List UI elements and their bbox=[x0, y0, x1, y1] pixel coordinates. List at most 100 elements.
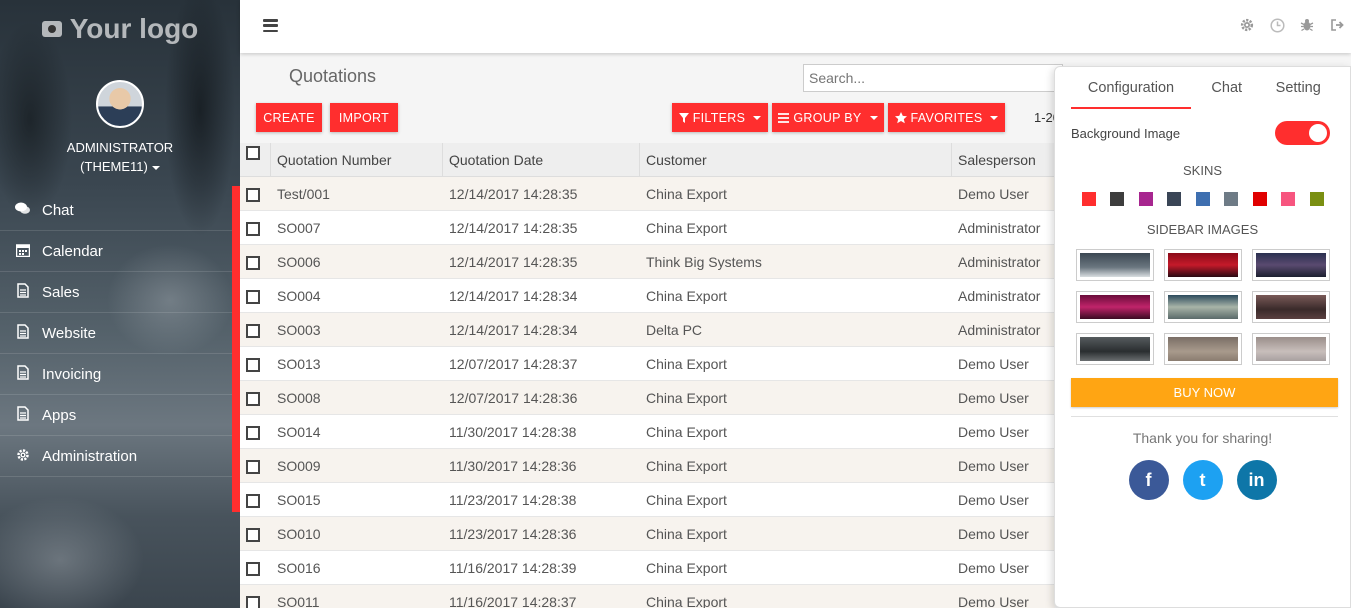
topbar bbox=[240, 0, 1351, 53]
logo[interactable]: Your logo bbox=[0, 0, 240, 58]
row-checkbox[interactable] bbox=[246, 222, 260, 236]
skin-swatch[interactable] bbox=[1110, 192, 1124, 206]
background-image-label: Background Image bbox=[1071, 125, 1181, 141]
table-row[interactable]: SO010 11/23/2017 14:28:36 China Export Demo… bbox=[240, 517, 1055, 551]
table-row[interactable]: Test/001 12/14/2017 14:28:35 China Export D… bbox=[240, 177, 1055, 211]
twitter-icon[interactable]: t bbox=[1182, 460, 1223, 500]
sidebar-image-thumb[interactable] bbox=[1075, 291, 1154, 323]
buy-now-button[interactable]: BUY NOW bbox=[1071, 378, 1338, 407]
row-checkbox[interactable] bbox=[246, 494, 260, 508]
sidebar-item-label: Administration bbox=[42, 447, 138, 465]
row-select-cell bbox=[240, 287, 271, 304]
sidebar-item-administration[interactable]: Administration bbox=[0, 436, 240, 477]
row-select-cell bbox=[240, 457, 271, 474]
row-checkbox[interactable] bbox=[246, 426, 260, 440]
row-checkbox[interactable] bbox=[246, 528, 260, 542]
table-row[interactable]: SO008 12/07/2017 14:28:36 China Export Demo… bbox=[240, 381, 1055, 415]
row-checkbox[interactable] bbox=[246, 358, 260, 372]
cell-customer: China Export bbox=[646, 389, 727, 406]
row-checkbox[interactable] bbox=[246, 256, 260, 270]
cell-customer: China Export bbox=[646, 491, 727, 508]
sidebar-item-invoicing[interactable]: Invoicing bbox=[0, 354, 240, 395]
skin-swatch[interactable] bbox=[1195, 192, 1210, 206]
table-row[interactable]: SO015 11/23/2017 14:28:38 China Export Demo… bbox=[240, 483, 1055, 517]
table-row[interactable]: SO003 12/14/2017 14:28:34 Delta PC Administ… bbox=[240, 313, 1055, 347]
cell-customer: China Export bbox=[646, 185, 727, 202]
table-row[interactable]: SO013 12/07/2017 14:28:37 China Export Demo… bbox=[240, 347, 1055, 381]
row-checkbox[interactable] bbox=[246, 188, 260, 202]
sidebar-image-thumb[interactable] bbox=[1163, 249, 1242, 281]
search-input[interactable] bbox=[803, 64, 1063, 92]
sidebar-item-label: Apps bbox=[42, 406, 77, 424]
column-header-quotation-date[interactable]: Quotation Date bbox=[443, 142, 640, 177]
caret-down-icon bbox=[869, 115, 878, 120]
skin-swatch[interactable] bbox=[1252, 192, 1267, 206]
group-by-button[interactable]: GROUP BY bbox=[772, 103, 884, 132]
table-row[interactable]: SO007 12/14/2017 14:28:35 China Export Admi… bbox=[240, 211, 1055, 245]
table-row[interactable]: SO016 11/16/2017 14:28:39 China Export Demo… bbox=[240, 551, 1055, 585]
background-image-toggle[interactable] bbox=[1275, 121, 1330, 145]
row-checkbox[interactable] bbox=[246, 290, 260, 304]
row-checkbox[interactable] bbox=[246, 460, 260, 474]
sidebar-item-sales[interactable]: Sales bbox=[0, 272, 240, 313]
menu-toggle-icon[interactable] bbox=[263, 19, 278, 33]
row-select-cell bbox=[240, 253, 271, 270]
tab-chat[interactable]: Chat bbox=[1191, 67, 1263, 109]
select-all-checkbox[interactable] bbox=[246, 145, 260, 160]
row-checkbox[interactable] bbox=[246, 562, 260, 576]
table-row[interactable]: SO011 11/16/2017 14:28:37 China Export Demo… bbox=[240, 585, 1055, 608]
bug-icon[interactable] bbox=[1299, 17, 1315, 33]
sidebar-image-thumb[interactable] bbox=[1075, 333, 1154, 365]
user-menu[interactable]: ADMINISTRATOR (THEME11) bbox=[0, 138, 240, 176]
column-header-quotation-number[interactable]: Quotation Number bbox=[271, 142, 443, 177]
calendar-icon bbox=[15, 243, 30, 260]
sidebar-image-thumb[interactable] bbox=[1251, 333, 1330, 365]
skin-swatch[interactable] bbox=[1081, 192, 1096, 206]
create-button[interactable]: CREATE bbox=[256, 103, 322, 132]
cell-quotation-date: 12/14/2017 14:28:35 bbox=[449, 185, 578, 202]
logout-icon[interactable] bbox=[1329, 17, 1345, 33]
skin-swatch[interactable] bbox=[1224, 192, 1238, 206]
table-row[interactable]: SO004 12/14/2017 14:28:34 China Export Admi… bbox=[240, 279, 1055, 313]
row-checkbox[interactable] bbox=[246, 392, 260, 406]
clock-icon[interactable] bbox=[1269, 17, 1285, 33]
filters-button[interactable]: FILTERS bbox=[672, 103, 768, 132]
cell-quotation-date: 12/14/2017 14:28:35 bbox=[449, 219, 578, 236]
sidebar-image-thumb[interactable] bbox=[1075, 249, 1154, 281]
sidebar-item-label: Calendar bbox=[42, 242, 103, 260]
favorites-button[interactable]: FAVORITES bbox=[888, 103, 1005, 132]
sidebar-image-thumb[interactable] bbox=[1251, 291, 1330, 323]
tab-setting[interactable]: Setting bbox=[1263, 67, 1335, 109]
linkedin-icon[interactable]: in bbox=[1236, 460, 1277, 500]
sidebar-image-thumb[interactable] bbox=[1163, 333, 1242, 365]
table-row[interactable]: SO006 12/14/2017 14:28:35 Think Big System… bbox=[240, 245, 1055, 279]
sidebar-image-thumb[interactable] bbox=[1251, 249, 1330, 281]
import-button[interactable]: IMPORT bbox=[330, 103, 398, 132]
skin-swatch[interactable] bbox=[1138, 192, 1153, 206]
column-header-salesperson[interactable]: Salesperson bbox=[952, 143, 1055, 177]
page-title: Quotations bbox=[289, 66, 377, 86]
document-icon bbox=[15, 406, 30, 424]
row-checkbox[interactable] bbox=[246, 596, 260, 608]
skin-swatch[interactable] bbox=[1281, 192, 1295, 206]
facebook-icon[interactable]: f bbox=[1128, 460, 1169, 500]
sidebar-item-calendar[interactable]: Calendar bbox=[0, 231, 240, 272]
cell-customer: China Export bbox=[646, 219, 727, 236]
active-indicator-strip bbox=[232, 186, 240, 512]
cell-quotation-number: SO014 bbox=[277, 423, 321, 440]
sidebar-image-thumb[interactable] bbox=[1163, 291, 1242, 323]
table-row[interactable]: SO014 11/30/2017 14:28:38 China Export Demo… bbox=[240, 415, 1055, 449]
gear-icon bbox=[15, 448, 30, 465]
tab-configuration[interactable]: Configuration bbox=[1071, 67, 1191, 109]
skin-swatch[interactable] bbox=[1309, 192, 1324, 206]
sidebar-item-website[interactable]: Website bbox=[0, 313, 240, 354]
row-select-cell bbox=[240, 593, 271, 608]
column-header-customer[interactable]: Customer bbox=[640, 142, 952, 177]
sidebar-item-chat[interactable]: Chat bbox=[0, 190, 240, 231]
table-header: Quotation Number Quotation Date Customer… bbox=[240, 142, 1055, 177]
table-row[interactable]: SO009 11/30/2017 14:28:36 China Export Demo… bbox=[240, 449, 1055, 483]
row-checkbox[interactable] bbox=[246, 324, 260, 338]
gear-icon[interactable] bbox=[1239, 17, 1255, 33]
skin-swatch[interactable] bbox=[1167, 192, 1181, 206]
sidebar-item-apps[interactable]: Apps bbox=[0, 395, 240, 436]
